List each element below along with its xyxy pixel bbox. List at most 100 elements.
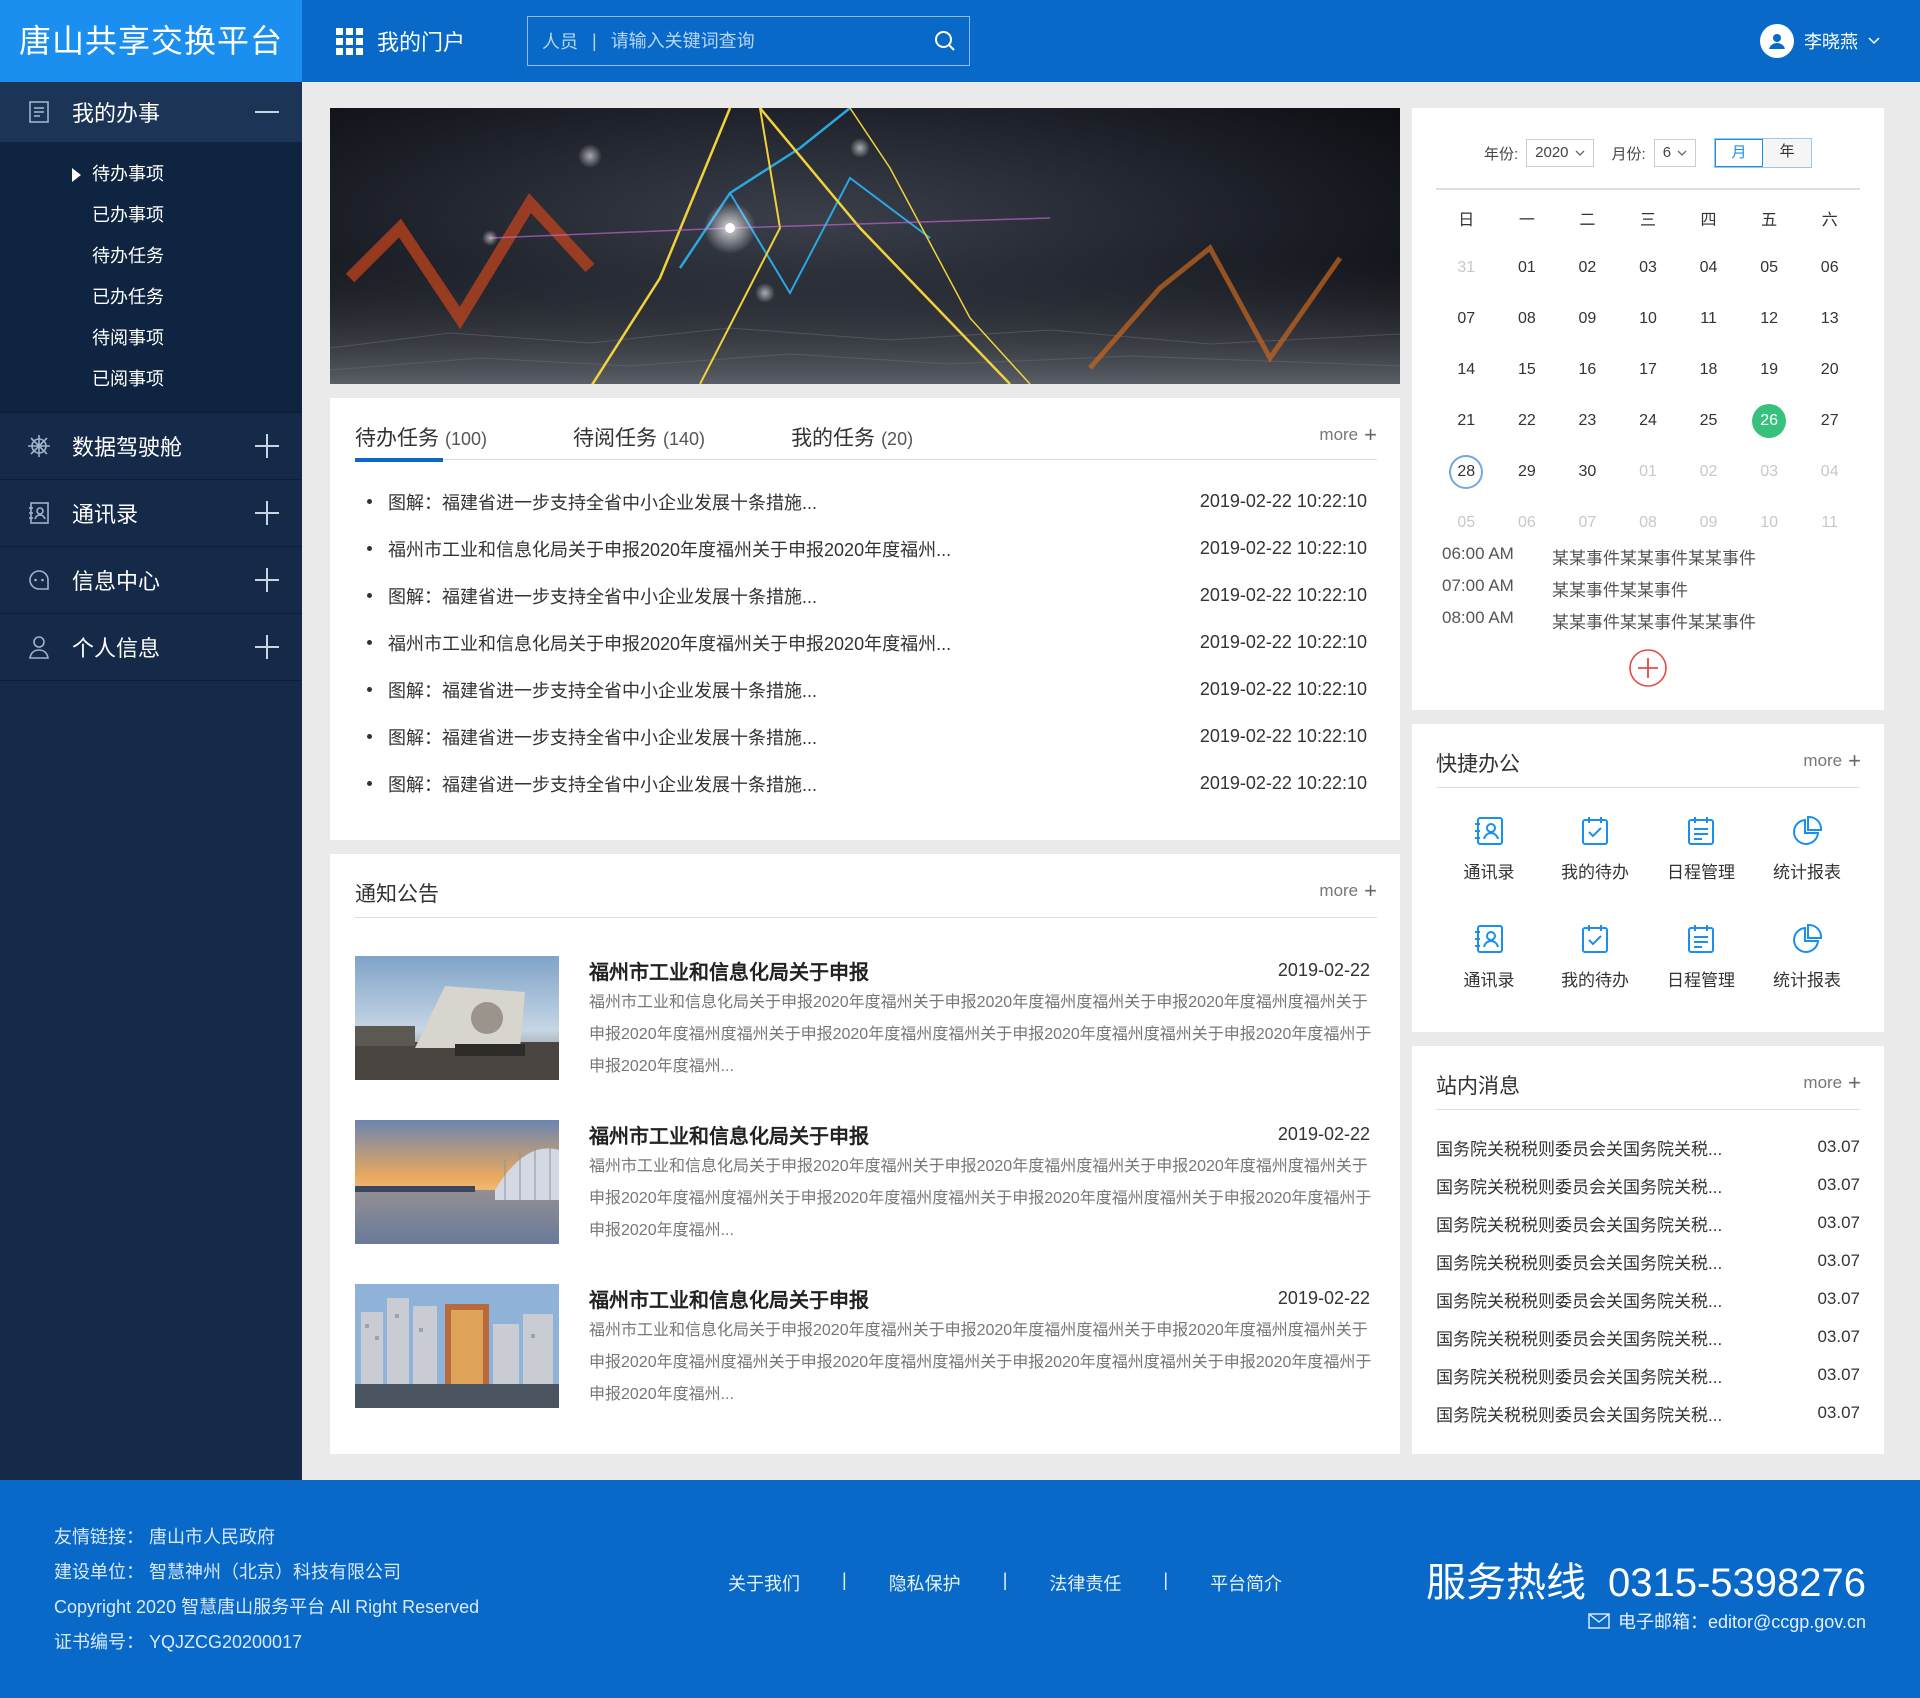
task-row[interactable]: 图解：福建省进一步支持全省中小企业发展十条措施... 2019-02-22 10:… [355, 713, 1367, 760]
footer-link-privacy[interactable]: 隐私保护 [889, 1570, 961, 1596]
sidebar-item-profile[interactable]: 个人信息 [0, 614, 302, 680]
footer-link-legal[interactable]: 法律责任 [1049, 1570, 1121, 1596]
list-item[interactable]: 国务院关税税则委员会关国务院关税... 03.07 [1436, 1318, 1860, 1356]
tab-pending-tasks[interactable]: 待办任务 (100) [355, 422, 487, 462]
calendar-day[interactable]: 19 [1739, 344, 1800, 395]
task-row[interactable]: 图解：福建省进一步支持全省中小企业发展十条措施... 2019-02-22 10:… [355, 572, 1367, 619]
list-item[interactable]: 国务院关税税则委员会关国务院关税... 03.07 [1436, 1128, 1860, 1166]
hero-banner[interactable] [330, 108, 1400, 384]
quick-item-reports[interactable]: 统计报表 [1754, 814, 1860, 922]
calendar-day[interactable]: 10 [1618, 293, 1679, 344]
calendar-day[interactable]: 06 [1799, 242, 1860, 293]
task-row[interactable]: 福州市工业和信息化局关于申报2020年度福州关于申报2020年度福州... 201… [355, 525, 1367, 572]
messages-more-link[interactable]: more + [1803, 1072, 1861, 1094]
collapse-icon[interactable] [254, 99, 280, 125]
calendar-day[interactable]: 06 [1497, 497, 1558, 548]
calendar-day[interactable]: 20 [1799, 344, 1860, 395]
list-item[interactable]: 国务院关税税则委员会关国务院关税... 03.07 [1436, 1394, 1860, 1432]
sidebar-item-info-center[interactable]: 信息中心 [0, 547, 302, 613]
submenu-item-to-read[interactable]: 待阅事项 [0, 318, 302, 359]
calendar-day[interactable]: 08 [1497, 293, 1558, 344]
quick-item-reports[interactable]: 统计报表 [1754, 922, 1860, 1030]
list-item[interactable]: 国务院关税税则委员会关国务院关税... 03.07 [1436, 1280, 1860, 1318]
footer-email[interactable]: 电子邮箱：editor@ccgp.gov.cn [1588, 1608, 1866, 1634]
calendar-day[interactable]: 04 [1799, 446, 1860, 497]
calendar-day[interactable]: 09 [1678, 497, 1739, 548]
quick-item-my-todo[interactable]: 我的待办 [1542, 922, 1648, 1030]
year-select[interactable]: 2020 [1526, 139, 1594, 167]
tab-my-tasks[interactable]: 我的任务 (20) [791, 422, 913, 460]
calendar-day[interactable]: 13 [1799, 293, 1860, 344]
news-item[interactable]: 福州市工业和信息化局关于申报 2019-02-22 福州市工业和信息化局关于申报… [355, 956, 1375, 1082]
calendar-day[interactable]: 21 [1436, 395, 1497, 446]
calendar-day[interactable]: 10 [1739, 497, 1800, 548]
view-month-button[interactable]: 月 [1715, 139, 1764, 167]
calendar-day[interactable]: 31 [1436, 242, 1497, 293]
quick-item-contacts[interactable]: 通讯录 [1436, 922, 1542, 1030]
event-row[interactable]: 08:00 AM 某某事件某某事件某某事件 [1442, 608, 1864, 640]
event-row[interactable]: 06:00 AM 某某事件某某事件某某事件 [1442, 544, 1864, 576]
quick-item-schedule[interactable]: 日程管理 [1648, 922, 1754, 1030]
calendar-day[interactable]: 25 [1678, 395, 1739, 446]
sidebar-item-my-affairs[interactable]: 我的办事 [0, 82, 302, 142]
view-year-button[interactable]: 年 [1763, 139, 1812, 167]
task-row[interactable]: 图解：福建省进一步支持全省中小企业发展十条措施... 2019-02-22 10:… [355, 478, 1367, 525]
list-item[interactable]: 国务院关税税则委员会关国务院关税... 03.07 [1436, 1204, 1860, 1242]
footer-link-about[interactable]: 关于我们 [728, 1570, 800, 1596]
calendar-day[interactable]: 29 [1497, 446, 1558, 497]
quick-more-link[interactable]: more + [1803, 750, 1861, 772]
footer-link-intro[interactable]: 平台简介 [1210, 1570, 1282, 1596]
calendar-day[interactable]: 11 [1678, 293, 1739, 344]
calendar-day[interactable]: 22 [1497, 395, 1558, 446]
submenu-item-pending[interactable]: 待办事项 [0, 154, 302, 195]
news-item[interactable]: 福州市工业和信息化局关于申报 2019-02-22 福州市工业和信息化局关于申报… [355, 1120, 1375, 1246]
calendar-day[interactable]: 27 [1799, 395, 1860, 446]
calendar-day[interactable]: 16 [1557, 344, 1618, 395]
tab-to-read-tasks[interactable]: 待阅任务 (140) [573, 422, 705, 460]
notice-more-link[interactable]: more + [1319, 880, 1377, 902]
tasks-more-link[interactable]: more + [1319, 424, 1377, 446]
calendar-day[interactable]: 23 [1557, 395, 1618, 446]
user-menu[interactable]: 李晓燕 [1760, 0, 1880, 82]
calendar-day[interactable]: 07 [1436, 293, 1497, 344]
brand-title[interactable]: 唐山共享交换平台 [0, 0, 302, 82]
quick-item-schedule[interactable]: 日程管理 [1648, 814, 1754, 922]
list-item[interactable]: 国务院关税税则委员会关国务院关税... 03.07 [1436, 1166, 1860, 1204]
submenu-item-read[interactable]: 已阅事项 [0, 359, 302, 400]
calendar-day[interactable]: 17 [1618, 344, 1679, 395]
expand-icon[interactable] [254, 634, 280, 660]
calendar-day[interactable]: 15 [1497, 344, 1558, 395]
calendar-day[interactable]: 03 [1739, 446, 1800, 497]
search-input[interactable] [610, 30, 921, 52]
list-item[interactable]: 国务院关税税则委员会关国务院关税... 03.07 [1436, 1242, 1860, 1280]
expand-icon[interactable] [254, 500, 280, 526]
list-item[interactable]: 国务院关税税则委员会关国务院关税... 03.07 [1436, 1356, 1860, 1394]
task-row[interactable]: 图解：福建省进一步支持全省中小企业发展十条措施... 2019-02-22 10:… [355, 760, 1367, 807]
event-row[interactable]: 07:00 AM 某某事件某某事件 [1442, 576, 1864, 608]
expand-icon[interactable] [254, 567, 280, 593]
calendar-day[interactable]: 05 [1436, 497, 1497, 548]
news-item[interactable]: 福州市工业和信息化局关于申报 2019-02-22 福州市工业和信息化局关于申报… [355, 1284, 1375, 1410]
calendar-day-today[interactable]: 26 [1739, 395, 1800, 446]
expand-icon[interactable] [254, 433, 280, 459]
calendar-day[interactable]: 24 [1618, 395, 1679, 446]
calendar-day[interactable]: 07 [1557, 497, 1618, 548]
calendar-day[interactable]: 04 [1678, 242, 1739, 293]
quick-item-contacts[interactable]: 通讯录 [1436, 814, 1542, 922]
quick-item-my-todo[interactable]: 我的待办 [1542, 814, 1648, 922]
submenu-item-pending-tasks[interactable]: 待办任务 [0, 236, 302, 277]
calendar-day-selected[interactable]: 28 [1436, 446, 1497, 497]
calendar-day[interactable]: 01 [1618, 446, 1679, 497]
task-row[interactable]: 图解：福建省进一步支持全省中小企业发展十条措施... 2019-02-22 10:… [355, 666, 1367, 713]
calendar-day[interactable]: 18 [1678, 344, 1739, 395]
search-button[interactable] [921, 17, 969, 65]
add-event-button[interactable] [1628, 648, 1668, 688]
search-scope[interactable]: 人员 [528, 28, 578, 54]
calendar-day[interactable]: 01 [1497, 242, 1558, 293]
sidebar-item-data-cockpit[interactable]: 数据驾驶舱 [0, 413, 302, 479]
calendar-day[interactable]: 14 [1436, 344, 1497, 395]
calendar-day[interactable]: 12 [1739, 293, 1800, 344]
calendar-day[interactable]: 30 [1557, 446, 1618, 497]
calendar-day[interactable]: 05 [1739, 242, 1800, 293]
sidebar-item-contacts[interactable]: 通讯录 [0, 480, 302, 546]
